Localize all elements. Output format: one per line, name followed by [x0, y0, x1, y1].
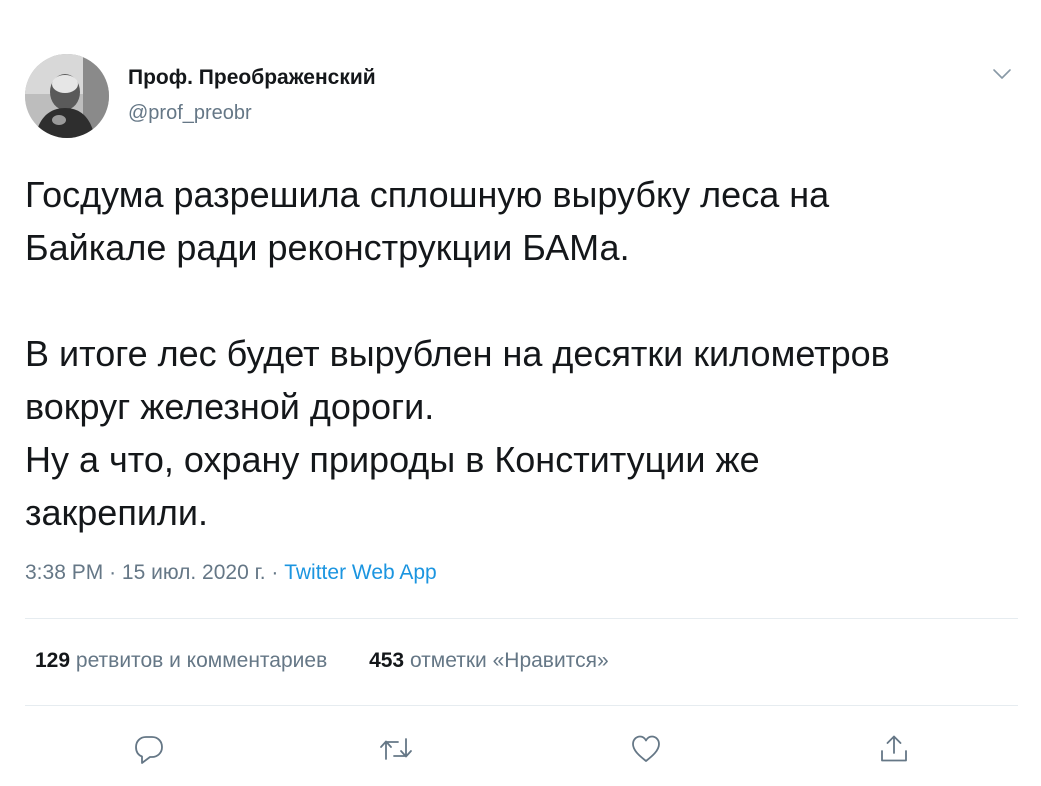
- reply-icon: [135, 736, 163, 764]
- tweet-text-line: вокруг железной дороги.: [25, 386, 435, 427]
- likes-count: 453: [369, 649, 405, 672]
- share-icon: [881, 735, 907, 762]
- tweet-text-line: Госдума разрешила сплошную вырубку леса …: [25, 174, 830, 215]
- tweet-date[interactable]: 15 июл. 2020 г.: [122, 561, 266, 584]
- heart-icon: [632, 735, 660, 762]
- meta-separator: ·: [271, 561, 279, 584]
- tweet-text-line: Ну а что, охрану природы в Конституции ж…: [25, 439, 760, 480]
- like-button[interactable]: [627, 730, 665, 768]
- divider: [25, 705, 1018, 706]
- tweet-text-line: Байкале ради реконструкции БАМа.: [25, 227, 630, 268]
- author-handle[interactable]: @prof_preobr: [128, 102, 252, 125]
- chevron-down-icon[interactable]: [990, 64, 1014, 84]
- reply-button[interactable]: [130, 730, 168, 768]
- meta-separator: ·: [109, 561, 117, 584]
- tweet-time[interactable]: 3:38 PM: [25, 561, 103, 584]
- tweet-meta: 3:38 PM · 15 июл. 2020 г. · Twitter Web …: [25, 561, 437, 585]
- avatar[interactable]: [25, 54, 109, 138]
- tweet-stats: 129 ретвитов и комментариев 453 отметки …: [35, 649, 609, 673]
- likes-label: отметки «Нравится»: [409, 649, 609, 672]
- share-button[interactable]: [875, 730, 913, 768]
- likes-stat[interactable]: 453 отметки «Нравится»: [369, 649, 609, 672]
- author-display-name[interactable]: Проф. Преображенский: [128, 66, 376, 90]
- tweet-source-link[interactable]: Twitter Web App: [284, 561, 437, 584]
- divider: [25, 618, 1018, 619]
- tweet-text-line: В итоге лес будет вырублен на десятки ки…: [25, 333, 890, 374]
- retweet-icon: [380, 738, 412, 760]
- retweets-label: ретвитов и комментариев: [75, 649, 328, 672]
- tweet-text-line: закрепили.: [25, 492, 209, 533]
- tweet-text: Госдума разрешила сплошную вырубку леса …: [25, 168, 1015, 539]
- retweet-button[interactable]: [377, 730, 415, 768]
- retweets-stat[interactable]: 129 ретвитов и комментариев: [35, 649, 333, 672]
- retweets-count: 129: [35, 649, 71, 672]
